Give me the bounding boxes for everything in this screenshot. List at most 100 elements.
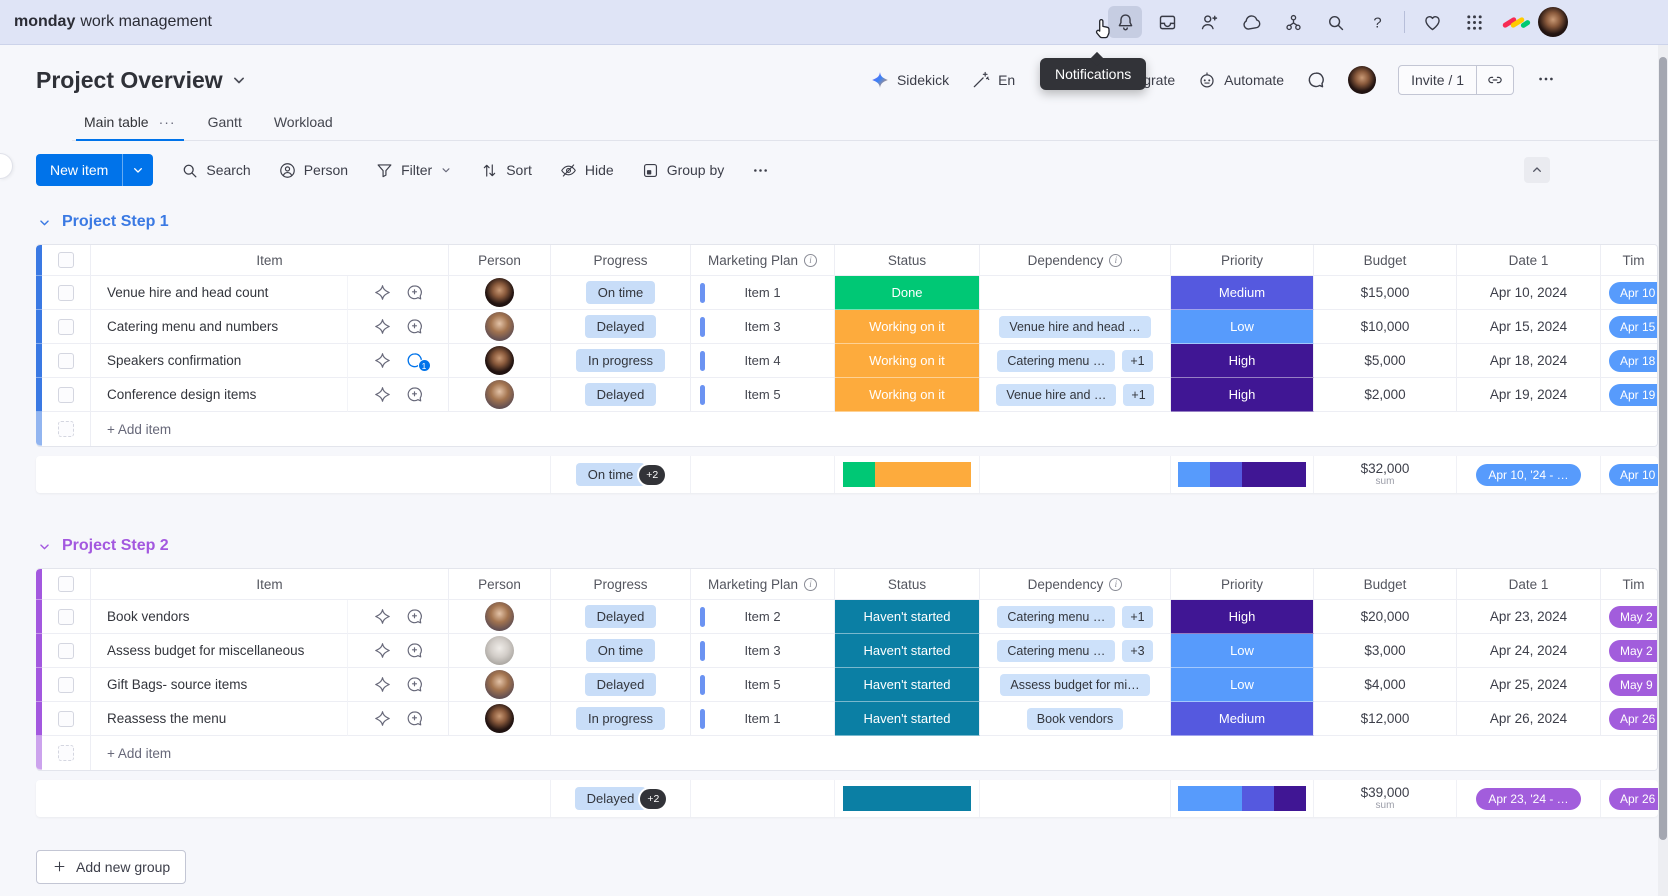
status-cell[interactable]: Done (835, 276, 980, 310)
expand-sidebar-handle[interactable] (0, 153, 13, 179)
column-header[interactable]: Marketing Plan i (691, 569, 835, 600)
search-icon[interactable] (1318, 6, 1352, 38)
marketing-plan-cell[interactable]: Item 2 (691, 600, 835, 634)
ai-sparkle-icon[interactable] (373, 675, 392, 694)
person-cell[interactable] (449, 378, 551, 412)
favorites-icon[interactable] (1415, 6, 1449, 38)
budget-cell[interactable]: $4,000 (1314, 668, 1457, 702)
group-title[interactable]: Project Step 1 (36, 213, 1658, 231)
board-tab[interactable]: Main table ··· (72, 114, 188, 141)
invite-button[interactable]: Invite / 1 (1399, 66, 1476, 94)
row-checkbox[interactable] (58, 710, 74, 727)
marketing-plan-cell[interactable]: Item 1 (691, 276, 835, 310)
new-item-dropdown[interactable] (122, 154, 153, 186)
add-item-button[interactable]: + Add item (91, 736, 1657, 770)
item-name-cell[interactable]: Catering menu and numbers (91, 310, 348, 344)
budget-cell[interactable]: $10,000 (1314, 310, 1457, 344)
dependency-cell[interactable]: Assess budget for mi… (980, 668, 1171, 702)
person-cell[interactable] (449, 344, 551, 378)
person-cell[interactable] (449, 600, 551, 634)
select-all-checkbox[interactable] (58, 576, 74, 592)
add-conversation-icon[interactable]: 1 (405, 351, 431, 372)
row-checkbox[interactable] (58, 642, 74, 659)
budget-cell[interactable]: $3,000 (1314, 634, 1457, 668)
row-checkbox[interactable] (58, 608, 74, 625)
status-cell[interactable]: Working on it (835, 378, 980, 412)
progress-cell[interactable]: On time (551, 276, 691, 310)
apps-grid-icon[interactable] (1457, 6, 1491, 38)
person-cell[interactable] (449, 702, 551, 736)
search-button[interactable]: Search (180, 161, 251, 180)
marketing-plan-cell[interactable]: Item 4 (691, 344, 835, 378)
board-tab[interactable]: Workload (262, 114, 345, 140)
status-cell[interactable]: Working on it (835, 310, 980, 344)
priority-cell[interactable]: Low (1171, 310, 1314, 344)
board-discussion-button[interactable] (1306, 70, 1326, 90)
status-cell[interactable]: Working on it (835, 344, 980, 378)
board-menu-chevron-icon[interactable] (229, 70, 249, 90)
tab-menu-dots[interactable]: ··· (159, 114, 176, 130)
ai-sparkle-icon[interactable] (373, 385, 392, 404)
column-header[interactable]: Priority (1171, 569, 1314, 600)
budget-cell[interactable]: $12,000 (1314, 702, 1457, 736)
group-title[interactable]: Project Step 2 (36, 537, 1658, 555)
marketing-plan-cell[interactable]: Item 5 (691, 668, 835, 702)
priority-cell[interactable]: High (1171, 378, 1314, 412)
progress-cell[interactable]: On time (551, 634, 691, 668)
toolbar-more-button[interactable] (751, 161, 770, 180)
groupby-button[interactable]: Group by (641, 161, 724, 180)
select-all-checkbox[interactable] (58, 252, 74, 268)
add-conversation-icon[interactable] (405, 283, 424, 302)
date-cell[interactable]: Apr 15, 2024 (1457, 310, 1601, 344)
date-cell[interactable]: Apr 18, 2024 (1457, 344, 1601, 378)
marketing-plan-cell[interactable]: Item 5 (691, 378, 835, 412)
item-name-cell[interactable]: Book vendors (91, 600, 348, 634)
dependency-cell[interactable]: Catering menu … +1 (980, 600, 1171, 634)
column-header[interactable]: Marketing Plan i (691, 245, 835, 276)
row-checkbox[interactable] (58, 676, 74, 693)
column-header[interactable]: Item (91, 569, 449, 600)
column-header[interactable]: Status (835, 569, 980, 600)
date-cell[interactable]: Apr 24, 2024 (1457, 634, 1601, 668)
person-filter-button[interactable]: Person (278, 161, 348, 180)
priority-cell[interactable]: High (1171, 344, 1314, 378)
column-header[interactable]: Date 1 (1457, 245, 1601, 276)
copy-link-button[interactable] (1476, 66, 1513, 94)
date-cell[interactable]: Apr 19, 2024 (1457, 378, 1601, 412)
budget-cell[interactable]: $20,000 (1314, 600, 1457, 634)
board-owner-avatar[interactable] (1348, 66, 1377, 94)
progress-cell[interactable]: In progress (551, 344, 691, 378)
filter-button[interactable]: Filter (375, 161, 453, 180)
item-name-cell[interactable]: Venue hire and head count (91, 276, 348, 310)
scrollbar-thumb[interactable] (1659, 57, 1667, 840)
status-cell[interactable]: Haven't started (835, 634, 980, 668)
timeline-cell[interactable]: Apr 15 (1601, 310, 1657, 344)
invite-members-icon[interactable] (1192, 6, 1226, 38)
column-header[interactable]: Priority (1171, 245, 1314, 276)
enhance-button[interactable]: En (971, 70, 1015, 90)
ai-sparkle-icon[interactable] (373, 283, 392, 302)
person-cell[interactable] (449, 276, 551, 310)
progress-cell[interactable]: Delayed (551, 600, 691, 634)
item-name-cell[interactable]: Speakers confirmation (91, 344, 348, 378)
item-name-cell[interactable]: Reassess the menu (91, 702, 348, 736)
dependency-cell[interactable]: Catering menu … +1 (980, 344, 1171, 378)
column-header[interactable]: Progress (551, 245, 691, 276)
add-conversation-icon[interactable] (405, 709, 424, 728)
add-conversation-icon[interactable] (405, 641, 424, 660)
timeline-cell[interactable]: Apr 10 (1601, 276, 1657, 310)
progress-cell[interactable]: Delayed (551, 310, 691, 344)
inbox-icon[interactable] (1150, 6, 1184, 38)
dependency-cell[interactable]: Book vendors (980, 702, 1171, 736)
priority-cell[interactable]: High (1171, 600, 1314, 634)
person-cell[interactable] (449, 668, 551, 702)
item-name-cell[interactable]: Gift Bags- source items (91, 668, 348, 702)
ai-sparkle-icon[interactable] (373, 709, 392, 728)
add-conversation-icon[interactable] (405, 675, 424, 694)
item-name-cell[interactable]: Assess budget for miscellaneous (91, 634, 348, 668)
dependency-cell[interactable] (980, 276, 1171, 310)
dependency-cell[interactable]: Catering menu … +3 (980, 634, 1171, 668)
marketing-plan-cell[interactable]: Item 1 (691, 702, 835, 736)
column-header[interactable]: Status (835, 245, 980, 276)
sort-button[interactable]: Sort (480, 161, 532, 180)
